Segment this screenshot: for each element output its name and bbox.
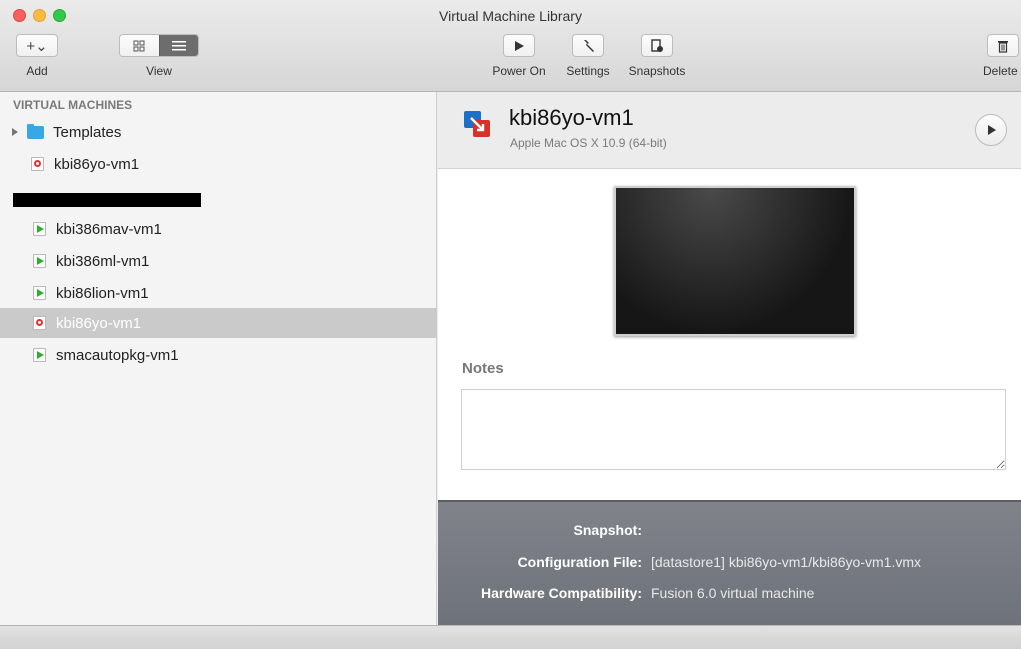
list-view-button[interactable] [158, 35, 198, 56]
wrench-icon [584, 39, 594, 52]
settings-button[interactable] [572, 34, 604, 57]
info-value: [datastore1] kbi86yo-vm1/kbi86yo-vm1.vmx [651, 554, 921, 570]
info-value: Fusion 6.0 virtual machine [651, 585, 815, 601]
power-on-button[interactable] [503, 34, 535, 57]
sidebar-item-vm[interactable]: kbi386ml-vm1 [0, 246, 437, 276]
sidebar-item-label: kbi386ml-vm1 [56, 252, 150, 270]
disclosure-triangle-icon[interactable] [12, 128, 18, 136]
window-title: Virtual Machine Library [439, 8, 582, 24]
snapshots-button[interactable] [641, 34, 673, 57]
list-icon [171, 40, 186, 50]
sidebar-item-vm[interactable]: kbi86yo-vm1 [0, 149, 437, 179]
sidebar-item-label: smacautopkg-vm1 [56, 346, 179, 364]
info-key: Snapshot: [573, 522, 642, 538]
grid-icon [133, 40, 145, 51]
grid-view-button[interactable] [120, 35, 159, 56]
running-vm-icon [33, 348, 46, 362]
sidebar-item-label: kbi86yo-vm1 [56, 314, 142, 332]
vm-header: kbi86yo-vm1 Apple Mac OS X 10.9 (64-bit) [438, 92, 1021, 169]
suspended-vm-icon [31, 157, 44, 171]
sidebar-item-label: kbi386mav-vm1 [56, 220, 162, 238]
add-button[interactable]: +⌄ [16, 34, 58, 57]
sidebar-header: VIRTUAL MACHINES [13, 98, 133, 112]
play-icon [515, 40, 524, 51]
sidebar-item-label: Templates [53, 123, 122, 141]
info-key: Configuration File: [517, 554, 642, 570]
play-icon [988, 125, 996, 135]
start-vm-button[interactable] [975, 114, 1007, 146]
delete-label: Delete [983, 64, 1018, 78]
status-bar [0, 625, 1021, 649]
running-vm-icon [33, 286, 46, 300]
toolbar: Virtual Machine Library +⌄ Add View Powe… [0, 0, 1021, 92]
vm-screen-preview[interactable] [614, 186, 856, 336]
snapshot-icon [651, 38, 663, 52]
vm-library-sidebar: VIRTUAL MACHINES Templates kbi86yo-vm1 k… [0, 92, 437, 625]
sidebar-item-vm[interactable]: kbi386mav-vm1 [0, 214, 437, 244]
view-segmented-control[interactable] [119, 34, 199, 57]
settings-label: Settings [566, 64, 610, 78]
notes-field[interactable] [461, 389, 1006, 470]
snapshots-label: Snapshots [628, 64, 686, 78]
info-key: Hardware Compatibility: [480, 585, 642, 601]
vm-detail-pane: kbi86yo-vm1 Apple Mac OS X 10.9 (64-bit)… [438, 92, 1021, 625]
suspended-vm-icon [33, 316, 46, 330]
vm-info-panel: Snapshot: Configuration File: [datastore… [438, 500, 1021, 625]
power-on-label: Power On [492, 64, 546, 78]
running-vm-icon [33, 222, 46, 236]
sidebar-item-vm-selected[interactable]: kbi86yo-vm1 [0, 308, 437, 338]
notes-label: Notes [462, 360, 504, 377]
view-label: View [146, 64, 172, 78]
sidebar-item-vm[interactable]: smacautopkg-vm1 [0, 340, 437, 370]
sidebar-item-templates[interactable]: Templates [0, 117, 437, 147]
running-vm-icon [33, 254, 46, 268]
delete-button[interactable] [987, 34, 1019, 57]
folder-icon [27, 123, 44, 139]
trash-icon [998, 40, 1008, 53]
vm-os-label: Apple Mac OS X 10.9 (64-bit) [510, 136, 667, 150]
sidebar-item-label: kbi86lion-vm1 [56, 284, 149, 302]
plus-icon: +⌄ [26, 37, 48, 55]
sidebar-item-label: kbi86yo-vm1 [54, 155, 140, 173]
sidebar-item-vm[interactable]: kbi86lion-vm1 [0, 278, 437, 308]
redacted-bar [13, 193, 201, 207]
vmware-fusion-icon [464, 111, 490, 137]
vm-name: kbi86yo-vm1 [509, 105, 634, 130]
add-label: Add [26, 64, 48, 78]
